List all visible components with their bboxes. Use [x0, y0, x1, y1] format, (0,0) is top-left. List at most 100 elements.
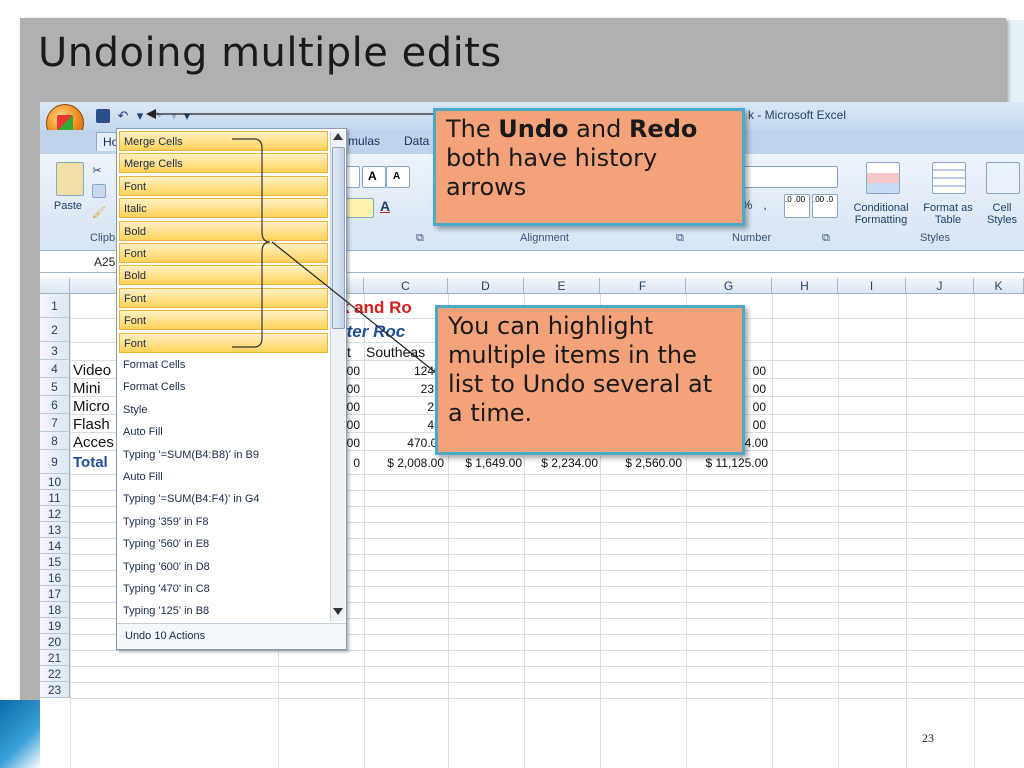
sheet-subtitle-cell[interactable]: rter Roc: [340, 322, 405, 342]
cell-e9[interactable]: $ 2,234.00: [526, 456, 598, 470]
row-header-6[interactable]: 6: [40, 396, 70, 414]
undo-list-item[interactable]: Italic: [119, 198, 328, 219]
row-header-13[interactable]: 13: [40, 522, 70, 538]
alignment-dialog-launcher-icon[interactable]: ⧉: [676, 232, 684, 245]
column-header-c[interactable]: C: [364, 278, 448, 294]
column-header-j[interactable]: J: [906, 278, 974, 294]
undo-list-item[interactable]: Style: [119, 400, 328, 420]
undo-list-scrollbar[interactable]: [330, 131, 345, 621]
sheet-title-cell[interactable]: k and Ro: [340, 298, 412, 318]
select-all-corner[interactable]: [40, 278, 70, 294]
format-painter-icon[interactable]: 🖌: [92, 206, 106, 219]
row-header-7[interactable]: 7: [40, 414, 70, 432]
undo-list-item[interactable]: Merge Cells: [119, 131, 328, 151]
scrollbar-thumb[interactable]: [332, 147, 345, 329]
comma-style-button[interactable]: ,: [760, 198, 770, 212]
undo-list-item[interactable]: Auto Fill: [119, 422, 328, 442]
format-as-table-icon[interactable]: [932, 162, 966, 194]
row-header-4[interactable]: 4: [40, 360, 70, 378]
shrink-font-icon[interactable]: A: [386, 166, 410, 188]
undo-list-item[interactable]: Bold: [119, 220, 328, 241]
save-icon[interactable]: [96, 109, 110, 123]
undo-list-item[interactable]: Auto Fill: [119, 467, 328, 487]
format-as-table-button[interactable]: Format as Table: [920, 202, 976, 226]
column-header-e[interactable]: E: [524, 278, 600, 294]
undo-icon[interactable]: ↶: [114, 108, 132, 124]
undo-list-item[interactable]: Font: [119, 175, 328, 196]
cell-c[interactable]: 1240.: [366, 364, 444, 378]
cell-c[interactable]: 45.: [366, 418, 444, 432]
column-header-k[interactable]: K: [974, 278, 1024, 294]
row-label-cell[interactable]: Video: [73, 362, 111, 379]
row-header-5[interactable]: 5: [40, 378, 70, 396]
row-header-18[interactable]: 18: [40, 602, 70, 618]
increase-decimal-button[interactable]: .0 .00: [784, 194, 810, 218]
scroll-up-arrow-icon[interactable]: [333, 133, 343, 140]
copy-icon[interactable]: [92, 184, 106, 198]
row-header-16[interactable]: 16: [40, 570, 70, 586]
tab-formulas[interactable]: mulas: [348, 134, 380, 148]
grow-font-icon[interactable]: A: [362, 166, 386, 188]
undo-list-item[interactable]: Font: [119, 287, 328, 308]
redo-icon[interactable]: ↷: [148, 108, 166, 124]
undo-list-item[interactable]: Typing '600' in D8: [119, 557, 328, 577]
undo-list-item[interactable]: Typing '560' in E8: [119, 534, 328, 554]
column-header-h[interactable]: H: [772, 278, 838, 294]
undo-list-item[interactable]: Typing '125' in B8: [119, 601, 328, 621]
conditional-formatting-icon[interactable]: [866, 162, 900, 194]
cell-f9[interactable]: $ 2,560.00: [602, 456, 682, 470]
undo-list-item[interactable]: Typing '359' in F8: [119, 512, 328, 532]
row-header-15[interactable]: 15: [40, 554, 70, 570]
cell-c[interactable]: 231.: [366, 382, 444, 396]
font-color-icon[interactable]: A: [374, 198, 396, 214]
row-header-11[interactable]: 11: [40, 490, 70, 506]
cell-d9[interactable]: $ 1,649.00: [450, 456, 522, 470]
column-header-f[interactable]: F: [600, 278, 686, 294]
font-size-dropdown-icon[interactable]: [346, 166, 360, 188]
row-header-22[interactable]: 22: [40, 666, 70, 682]
scroll-down-arrow-icon[interactable]: [333, 608, 343, 615]
customize-qat-icon[interactable]: ▾: [182, 108, 192, 124]
cell-c[interactable]: $ 2,008.00: [366, 456, 444, 470]
row-label-cell[interactable]: Micro: [73, 398, 110, 415]
row-header-19[interactable]: 19: [40, 618, 70, 634]
undo-list-item[interactable]: Bold: [119, 265, 328, 286]
column-header-g[interactable]: G: [686, 278, 772, 294]
row-header-2[interactable]: 2: [40, 318, 70, 342]
undo-list-item[interactable]: Font: [119, 310, 328, 331]
paste-icon[interactable]: [56, 162, 84, 196]
conditional-formatting-button[interactable]: Conditional Formatting: [844, 202, 918, 226]
decrease-decimal-button[interactable]: .00 .0: [812, 194, 838, 218]
undo-list-item[interactable]: Format Cells: [119, 355, 328, 375]
paste-button[interactable]: Paste: [48, 200, 88, 212]
row-label-cell[interactable]: Flash: [73, 416, 110, 433]
cut-icon[interactable]: ✂: [90, 164, 104, 177]
number-dialog-launcher-icon[interactable]: ⧉: [822, 232, 830, 245]
header-cell-c[interactable]: Southeas: [366, 344, 425, 360]
column-header-i[interactable]: I: [838, 278, 906, 294]
row-header-12[interactable]: 12: [40, 506, 70, 522]
row-header-8[interactable]: 8: [40, 432, 70, 450]
cell-g9[interactable]: $ 11,125.00: [688, 456, 768, 470]
cell-c[interactable]: 470.00: [366, 436, 444, 450]
font-dialog-launcher-icon[interactable]: ⧉: [416, 232, 424, 245]
row-header-23[interactable]: 23: [40, 682, 70, 698]
cell-styles-icon[interactable]: [986, 162, 1020, 194]
row-label-cell[interactable]: Total: [73, 454, 108, 471]
row-header-9[interactable]: 9: [40, 450, 70, 474]
undo-list-item[interactable]: Typing '=SUM(B4:B8)' in B9: [119, 445, 328, 465]
tab-data[interactable]: Data: [404, 134, 429, 148]
cell-c[interactable]: 22.: [366, 400, 444, 414]
row-header-1[interactable]: 1: [40, 294, 70, 318]
undo-list-item[interactable]: Merge Cells: [119, 153, 328, 174]
row-header-20[interactable]: 20: [40, 634, 70, 650]
undo-history-arrow-icon[interactable]: ▾: [136, 108, 144, 124]
row-header-21[interactable]: 21: [40, 650, 70, 666]
row-label-cell[interactable]: Mini: [73, 380, 101, 397]
row-header-10[interactable]: 10: [40, 474, 70, 490]
redo-history-arrow-icon[interactable]: ▾: [170, 108, 178, 124]
row-header-3[interactable]: 3: [40, 342, 70, 360]
undo-list-item[interactable]: Font: [119, 243, 328, 263]
undo-list-item[interactable]: Typing '=SUM(B4:F4)' in G4: [119, 489, 328, 509]
cell-styles-button[interactable]: Cell Styles: [980, 202, 1024, 226]
